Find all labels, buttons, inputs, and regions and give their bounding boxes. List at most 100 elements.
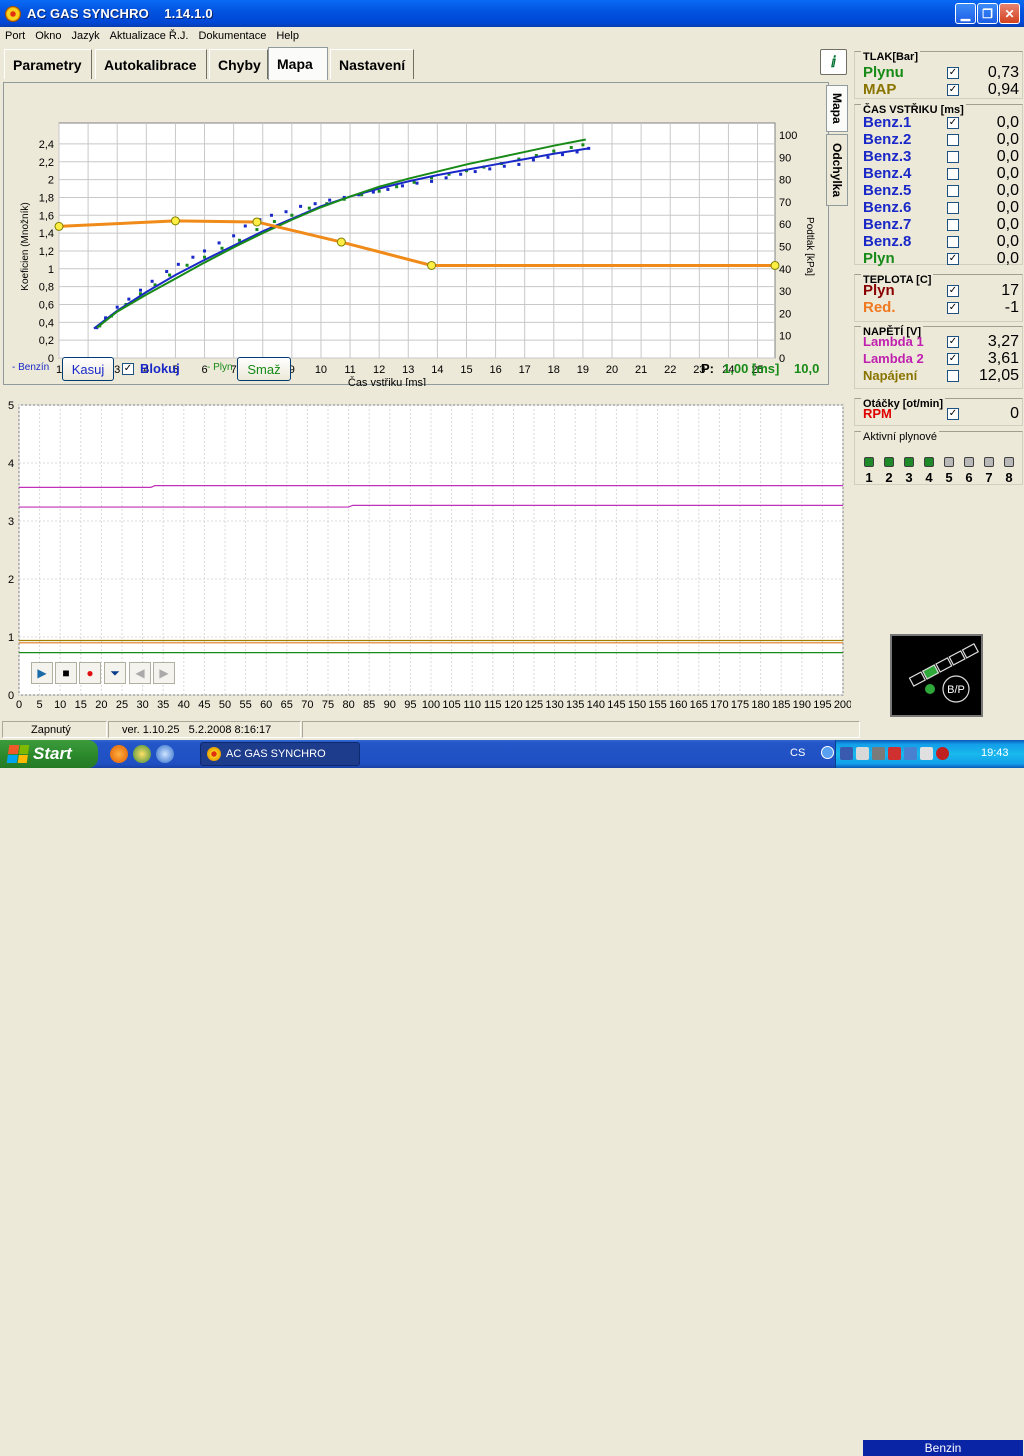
injector-number: 8 xyxy=(1005,470,1013,485)
stop-button[interactable]: ■ xyxy=(55,662,77,684)
tab-chyby[interactable]: Chyby xyxy=(209,49,268,79)
taskbar-app-button[interactable]: AC GAS SYNCHRO xyxy=(200,742,360,766)
tray-volume-icon[interactable] xyxy=(920,747,933,760)
data-point xyxy=(569,145,573,149)
group-aktivni-title: Aktivní plynové xyxy=(861,431,939,443)
log-x-tick-label: 50 xyxy=(219,699,231,711)
tray-shield-icon[interactable] xyxy=(840,747,853,760)
y-right-tick-label: 20 xyxy=(779,308,791,320)
record-button[interactable]: ● xyxy=(79,662,101,684)
minimize-button[interactable]: ▁ xyxy=(955,3,976,24)
data-point xyxy=(150,279,154,283)
maximize-button[interactable]: ❐ xyxy=(977,3,998,24)
readout-checkbox[interactable] xyxy=(947,219,959,231)
desktop-icon[interactable] xyxy=(156,745,174,763)
menu-dokumentace[interactable]: Dokumentace xyxy=(193,30,271,42)
injector-icon xyxy=(904,457,914,467)
readout-checkbox[interactable]: ✓ xyxy=(947,302,959,314)
readout-checkbox[interactable]: ✓ xyxy=(947,408,959,420)
tray-antivirus-icon[interactable] xyxy=(888,747,901,760)
readout-checkbox[interactable]: ✓ xyxy=(947,253,959,265)
readout-checkbox[interactable] xyxy=(947,168,959,180)
data-point xyxy=(220,246,224,250)
tray-network-icon[interactable] xyxy=(856,747,869,760)
readout-value: 0,73 xyxy=(987,64,1019,81)
y-tick-label: 2,4 xyxy=(39,139,54,151)
switch-display-icon: B/P xyxy=(908,643,980,703)
log-x-tick-label: 125 xyxy=(525,699,543,711)
readout-checkbox[interactable] xyxy=(947,370,959,382)
readout-checkbox[interactable] xyxy=(947,236,959,248)
y-tick-label: 0,6 xyxy=(39,299,54,311)
kasuj-button[interactable]: Kasuj xyxy=(62,357,114,381)
readout-checkbox[interactable]: ✓ xyxy=(947,84,959,96)
log-x-tick-label: 195 xyxy=(813,699,831,711)
tray-monitor-icon[interactable] xyxy=(904,747,917,760)
readout-checkbox[interactable] xyxy=(947,202,959,214)
data-point xyxy=(377,189,381,193)
help-button[interactable]: ⅈ xyxy=(820,49,847,75)
log-x-tick-label: 110 xyxy=(463,699,481,711)
x-tick-label: 21 xyxy=(635,364,647,376)
menu-help[interactable]: Help xyxy=(271,30,304,42)
log-x-tick-label: 65 xyxy=(281,699,293,711)
language-indicator[interactable]: CS xyxy=(790,747,805,759)
readout-label: Benz.7 xyxy=(863,216,912,233)
readout-checkbox[interactable] xyxy=(947,151,959,163)
readout-checkbox[interactable] xyxy=(947,185,959,197)
data-point xyxy=(185,263,189,267)
map-chart[interactable]: 1234567891011121314151617181920212223242… xyxy=(4,83,830,386)
y-tick-label: 1 xyxy=(48,264,54,276)
close-button[interactable]: ✕ xyxy=(999,3,1020,24)
readout-checkbox[interactable] xyxy=(947,134,959,146)
readout-checkbox[interactable]: ✓ xyxy=(947,336,959,348)
readout-checkbox[interactable]: ✓ xyxy=(947,285,959,297)
log-x-tick-label: 185 xyxy=(772,699,790,711)
start-button[interactable]: Start xyxy=(0,740,98,768)
readout-value: 0,0 xyxy=(996,216,1019,233)
injector-number: 7 xyxy=(985,470,993,485)
side-tab-mapa[interactable]: Mapa xyxy=(826,85,848,132)
log-x-tick-label: 15 xyxy=(75,699,87,711)
injector-indicator: 7 xyxy=(981,456,997,485)
readout-checkbox[interactable]: ✓ xyxy=(947,117,959,129)
readout-checkbox[interactable]: ✓ xyxy=(947,353,959,365)
tab-mapa[interactable]: Mapa xyxy=(268,47,328,80)
tab-autokalibrace[interactable]: Autokalibrace xyxy=(95,49,207,79)
log-x-tick-label: 95 xyxy=(404,699,416,711)
readout-value: 3,27 xyxy=(987,333,1019,350)
group-tlak-title: TLAK[Bar] xyxy=(861,51,920,63)
tab-parametry[interactable]: Parametry xyxy=(4,49,92,79)
side-tab-odchylka[interactable]: Odchylka xyxy=(826,134,848,206)
injector-indicator: 8 xyxy=(1001,456,1017,485)
y-tick-label: 1,4 xyxy=(39,228,54,240)
eject-button[interactable]: ⏷ xyxy=(104,662,126,684)
injector-icon xyxy=(1004,457,1014,467)
injector-number: 2 xyxy=(885,470,893,485)
menu-jazyk[interactable]: Jazyk xyxy=(66,30,104,42)
tray-usb-icon[interactable] xyxy=(872,747,885,760)
title-bar[interactable]: AC GAS SYNCHRO 1.14.1.0 ▁ ❐ ✕ xyxy=(0,0,1024,27)
menu-port[interactable]: Port xyxy=(0,30,30,42)
readout-checkbox[interactable]: ✓ xyxy=(947,67,959,79)
tray-expand-icon[interactable] xyxy=(821,746,834,759)
readout-row: Benz.8 0,0 xyxy=(861,233,1019,250)
smaz-button[interactable]: Smaž xyxy=(237,357,291,381)
firefox-icon[interactable] xyxy=(110,745,128,763)
step-back-button[interactable]: ◀ xyxy=(129,662,151,684)
blokuj-checkbox[interactable]: ✓ xyxy=(122,363,134,375)
media-player-icon[interactable] xyxy=(133,745,151,763)
status-state: Zapnutý xyxy=(2,721,107,738)
menu-okno[interactable]: Okno xyxy=(30,30,66,42)
x-tick-label: 20 xyxy=(606,364,618,376)
tab-nastaveni[interactable]: Nastavení xyxy=(330,49,414,79)
y-tick-label: 0,2 xyxy=(39,335,54,347)
data-point xyxy=(255,228,259,232)
play-button[interactable]: ▶ xyxy=(31,662,53,684)
y-right-tick-label: 100 xyxy=(779,130,797,142)
fuel-switch[interactable]: B/P xyxy=(890,634,983,717)
x-tick-label: 10 xyxy=(315,364,327,376)
tray-security-icon[interactable] xyxy=(936,747,949,760)
menu-aktualizace[interactable]: Aktualizace Ř.J. xyxy=(105,30,194,42)
step-forward-button[interactable]: ▶ xyxy=(153,662,175,684)
